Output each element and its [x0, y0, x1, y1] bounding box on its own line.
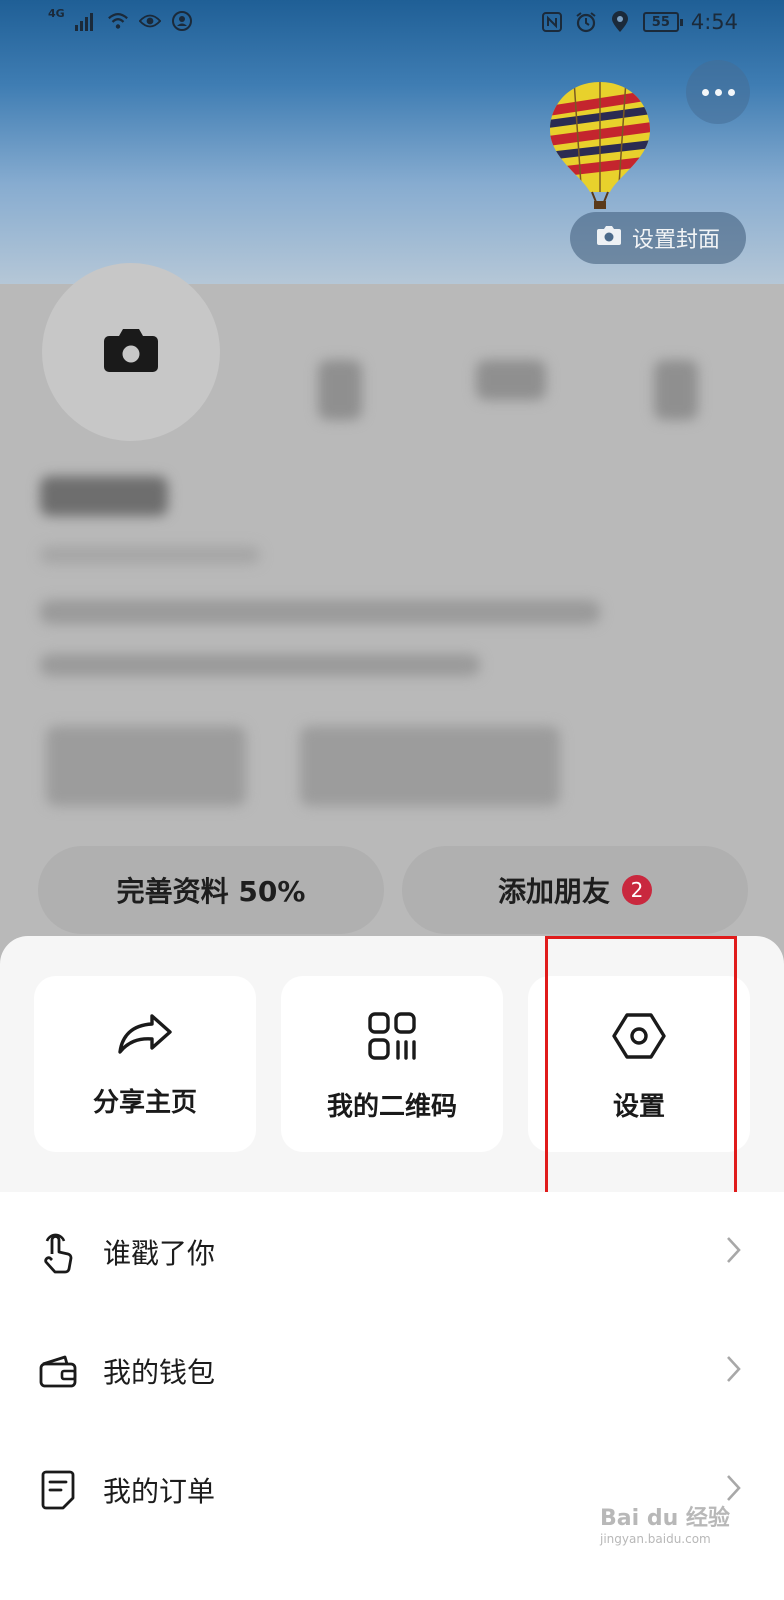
- share-homepage-label: 分享主页: [92, 1088, 197, 1118]
- share-icon: [116, 1012, 174, 1060]
- watermark-subtext: jingyan.baidu.com: [600, 1532, 711, 1546]
- list-item-label: 谁戳了你: [103, 1237, 216, 1270]
- list-item-who-poked-you[interactable]: 谁戳了你: [0, 1192, 784, 1312]
- quick-actions: 分享主页 我的二维码 设置: [0, 936, 784, 1230]
- status-bar: 4G 55 4:54: [0, 0, 784, 50]
- cover-image[interactable]: 4G 55 4:54 设置封面: [0, 0, 784, 284]
- annotation-highlight-box: [545, 936, 737, 1230]
- blurred-stat: [476, 360, 546, 400]
- blurred-card: [300, 726, 560, 806]
- signal-icon: [74, 10, 97, 32]
- blurred-text: [40, 600, 600, 624]
- share-homepage-button[interactable]: 分享主页: [34, 976, 256, 1152]
- camera-icon: [596, 224, 622, 252]
- order-icon: [38, 1468, 78, 1512]
- notification-badge: 2: [622, 875, 652, 905]
- add-friends-button[interactable]: 添加朋友 2: [402, 846, 748, 934]
- more-dot-icon: [714, 88, 722, 96]
- qr-code-icon: [368, 1012, 416, 1064]
- blurred-text: [40, 546, 260, 564]
- wallet-icon: [38, 1349, 78, 1393]
- location-icon: [609, 11, 631, 33]
- add-friends-label: 添加朋友: [497, 875, 610, 908]
- my-qr-code-label: 我的二维码: [326, 1092, 457, 1122]
- blurred-stat: [654, 360, 698, 420]
- avatar-upload-button[interactable]: [42, 263, 220, 441]
- complete-profile-button[interactable]: 完善资料 50%: [38, 846, 384, 934]
- chevron-right-icon: [726, 1355, 742, 1387]
- watermark-text: Bai du 经验: [600, 1506, 730, 1531]
- more-dot-icon: [701, 88, 709, 96]
- hot-air-balloon-image: [548, 80, 652, 214]
- watermark: Bai du 经验 jingyan.baidu.com: [600, 1500, 730, 1546]
- list-item-label: 我的钱包: [103, 1356, 216, 1389]
- set-cover-label: 设置封面: [631, 228, 720, 253]
- more-options-button[interactable]: [686, 60, 750, 124]
- alarm-icon: [575, 11, 597, 33]
- eye-icon: [138, 10, 161, 32]
- my-qr-code-button[interactable]: 我的二维码: [281, 976, 503, 1152]
- signal-type-label: 4G: [48, 6, 65, 20]
- blurred-card: [46, 726, 246, 806]
- more-dot-icon: [727, 88, 735, 96]
- blurred-stat: [318, 360, 362, 420]
- list-item-my-wallet[interactable]: 我的钱包: [0, 1311, 784, 1431]
- battery-indicator: 55: [642, 12, 683, 32]
- complete-profile-label: 完善资料 50%: [116, 875, 306, 908]
- poke-hand-icon: [38, 1230, 78, 1274]
- clock: 4:54: [690, 10, 738, 34]
- account-shield-icon: [171, 10, 193, 32]
- blurred-text: [40, 654, 480, 676]
- set-cover-button[interactable]: 设置封面: [570, 212, 746, 264]
- list-item-label: 我的订单: [103, 1475, 216, 1508]
- chevron-right-icon: [726, 1236, 742, 1268]
- camera-icon: [103, 326, 159, 378]
- wifi-icon: [107, 10, 129, 32]
- nfc-icon: [541, 11, 563, 33]
- blurred-username: [40, 476, 168, 516]
